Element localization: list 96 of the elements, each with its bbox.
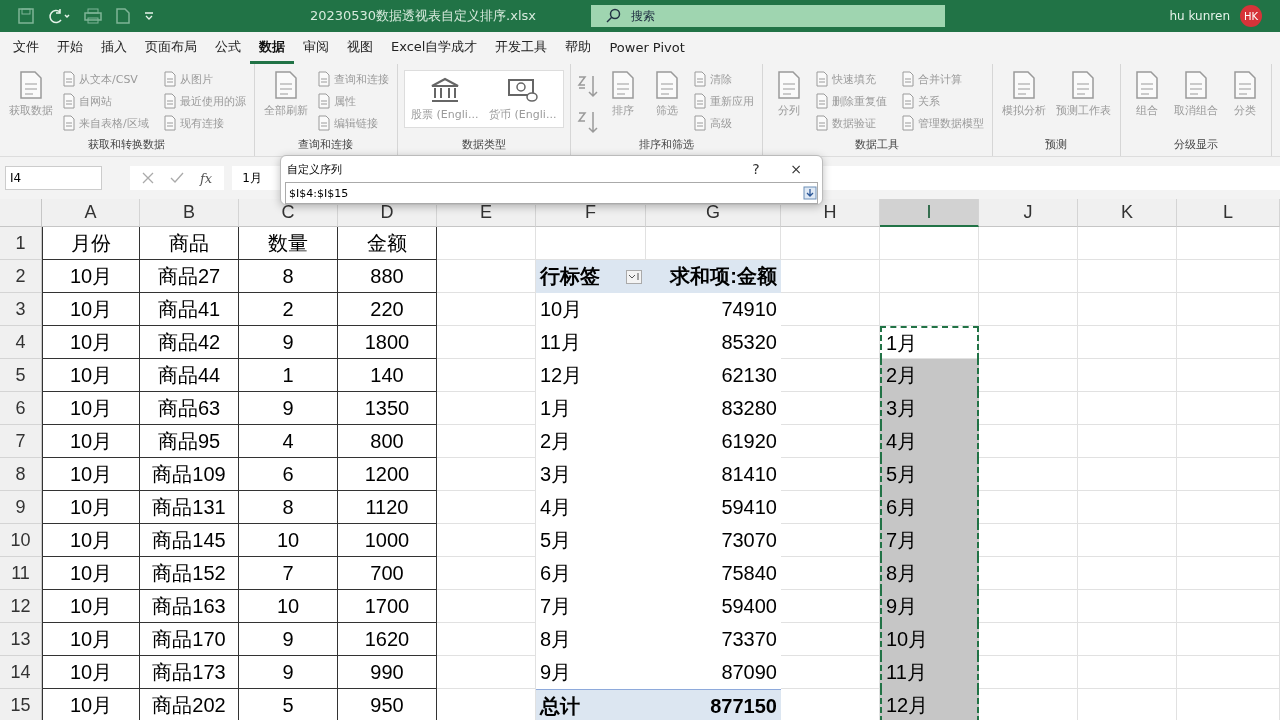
table-cell: 数量: [239, 227, 338, 260]
table-cell: 商品170: [140, 623, 239, 656]
table-cell: 商品27: [140, 260, 239, 293]
pivot-cell: 87090: [646, 656, 781, 689]
group-label: 预测: [1044, 137, 1069, 153]
table-cell: 1620: [338, 623, 437, 656]
table-cell: 880: [338, 260, 437, 293]
table-cell: 商品95: [140, 425, 239, 458]
table-cell: 9: [239, 326, 338, 359]
table-cell: 7: [239, 557, 338, 590]
dialog-title: 自定义序列: [287, 161, 343, 177]
table-cell: 10月: [42, 689, 140, 720]
table-cell: 10: [239, 524, 338, 557]
header-label: 行标签: [540, 264, 600, 289]
table-cell: 10月: [42, 326, 140, 359]
pivot-cell: 73070: [646, 524, 781, 557]
table-cell: 商品152: [140, 557, 239, 590]
pivot-cell: 5月: [536, 524, 646, 557]
table-cell: 商品109: [140, 458, 239, 491]
table-cell: 月份: [42, 227, 140, 260]
table-cell: 商品202: [140, 689, 239, 720]
pivot-cell: 83280: [646, 392, 781, 425]
pivot-cell: 61920: [646, 425, 781, 458]
table-cell: 5: [239, 689, 338, 720]
table-cell: 140: [338, 359, 437, 392]
table-cell: 10月: [42, 359, 140, 392]
pivot-cell: 4月: [536, 491, 646, 524]
pivot-cell: 3月: [536, 458, 646, 491]
pivot-cell: 62130: [646, 359, 781, 392]
group-label: 数据类型: [460, 137, 507, 153]
table-cell: 商品145: [140, 524, 239, 557]
table-cell: 1120: [338, 491, 437, 524]
table-cell: 1700: [338, 590, 437, 623]
pivot-cell: 7月: [536, 590, 646, 623]
table-cell: 10月: [42, 590, 140, 623]
table-cell: 商品173: [140, 656, 239, 689]
pivot-cell: 1月: [536, 392, 646, 425]
pivot-cell: 6月: [536, 557, 646, 590]
group-label: 分级显示: [1172, 137, 1219, 153]
table-cell: 950: [338, 689, 437, 720]
table-cell: 10月: [42, 260, 140, 293]
pivot-cell: 75840: [646, 557, 781, 590]
table-cell: 800: [338, 425, 437, 458]
table-cell: 10月: [42, 491, 140, 524]
table-cell: 商品41: [140, 293, 239, 326]
table-cell: 商品163: [140, 590, 239, 623]
pivot-cell: 10月: [536, 293, 646, 326]
table-cell: 10月: [42, 623, 140, 656]
pivot-cell: 74910: [646, 293, 781, 326]
table-cell: 1000: [338, 524, 437, 557]
table-cell: 商品: [140, 227, 239, 260]
table-cell: 700: [338, 557, 437, 590]
pivot-cell: 11月: [536, 326, 646, 359]
group-label: 数据工具: [854, 137, 901, 153]
pivot-cell: 81410: [646, 458, 781, 491]
table-cell: 10月: [42, 524, 140, 557]
pivot-cell: 59410: [646, 491, 781, 524]
table-cell: 10月: [42, 557, 140, 590]
pivot-cell: 求和项:金额: [646, 260, 781, 293]
table-cell: 8: [239, 491, 338, 524]
group-label: 获取和转换数据: [87, 137, 167, 153]
pivot-cell: 73370: [646, 623, 781, 656]
table-cell: 10月: [42, 425, 140, 458]
group-label: 查询和连接: [297, 137, 355, 153]
table-cell: 商品63: [140, 392, 239, 425]
pivot-cell: 877150: [646, 689, 781, 720]
table-cell: 金额: [338, 227, 437, 260]
table-cell: 1800: [338, 326, 437, 359]
table-cell: 9: [239, 623, 338, 656]
table-cell: 10月: [42, 656, 140, 689]
table-cell: 9: [239, 392, 338, 425]
table-cell: 10月: [42, 392, 140, 425]
group-label: 排序和筛选: [637, 137, 695, 153]
table-cell: 2: [239, 293, 338, 326]
table-cell: 商品42: [140, 326, 239, 359]
table-cell: 8: [239, 260, 338, 293]
table-cell: 990: [338, 656, 437, 689]
table-cell: 商品131: [140, 491, 239, 524]
table-cell: 9: [239, 656, 338, 689]
pivot-cell: 8月: [536, 623, 646, 656]
table-cell: 1200: [338, 458, 437, 491]
table-cell: 1350: [338, 392, 437, 425]
pivot-cell: 9月: [536, 656, 646, 689]
table-cell: 10月: [42, 458, 140, 491]
table-cell: 220: [338, 293, 437, 326]
table-cell: 4: [239, 425, 338, 458]
pivot-cell: 总计: [536, 689, 646, 720]
table-cell: 1: [239, 359, 338, 392]
table-cell: 商品44: [140, 359, 239, 392]
pivot-cell: 85320: [646, 326, 781, 359]
pivot-cell: 2月: [536, 425, 646, 458]
table-cell: 6: [239, 458, 338, 491]
pivot-cell: 12月: [536, 359, 646, 392]
table-cell: 10: [239, 590, 338, 623]
table-cell: 10月: [42, 293, 140, 326]
pivot-cell: 59400: [646, 590, 781, 623]
